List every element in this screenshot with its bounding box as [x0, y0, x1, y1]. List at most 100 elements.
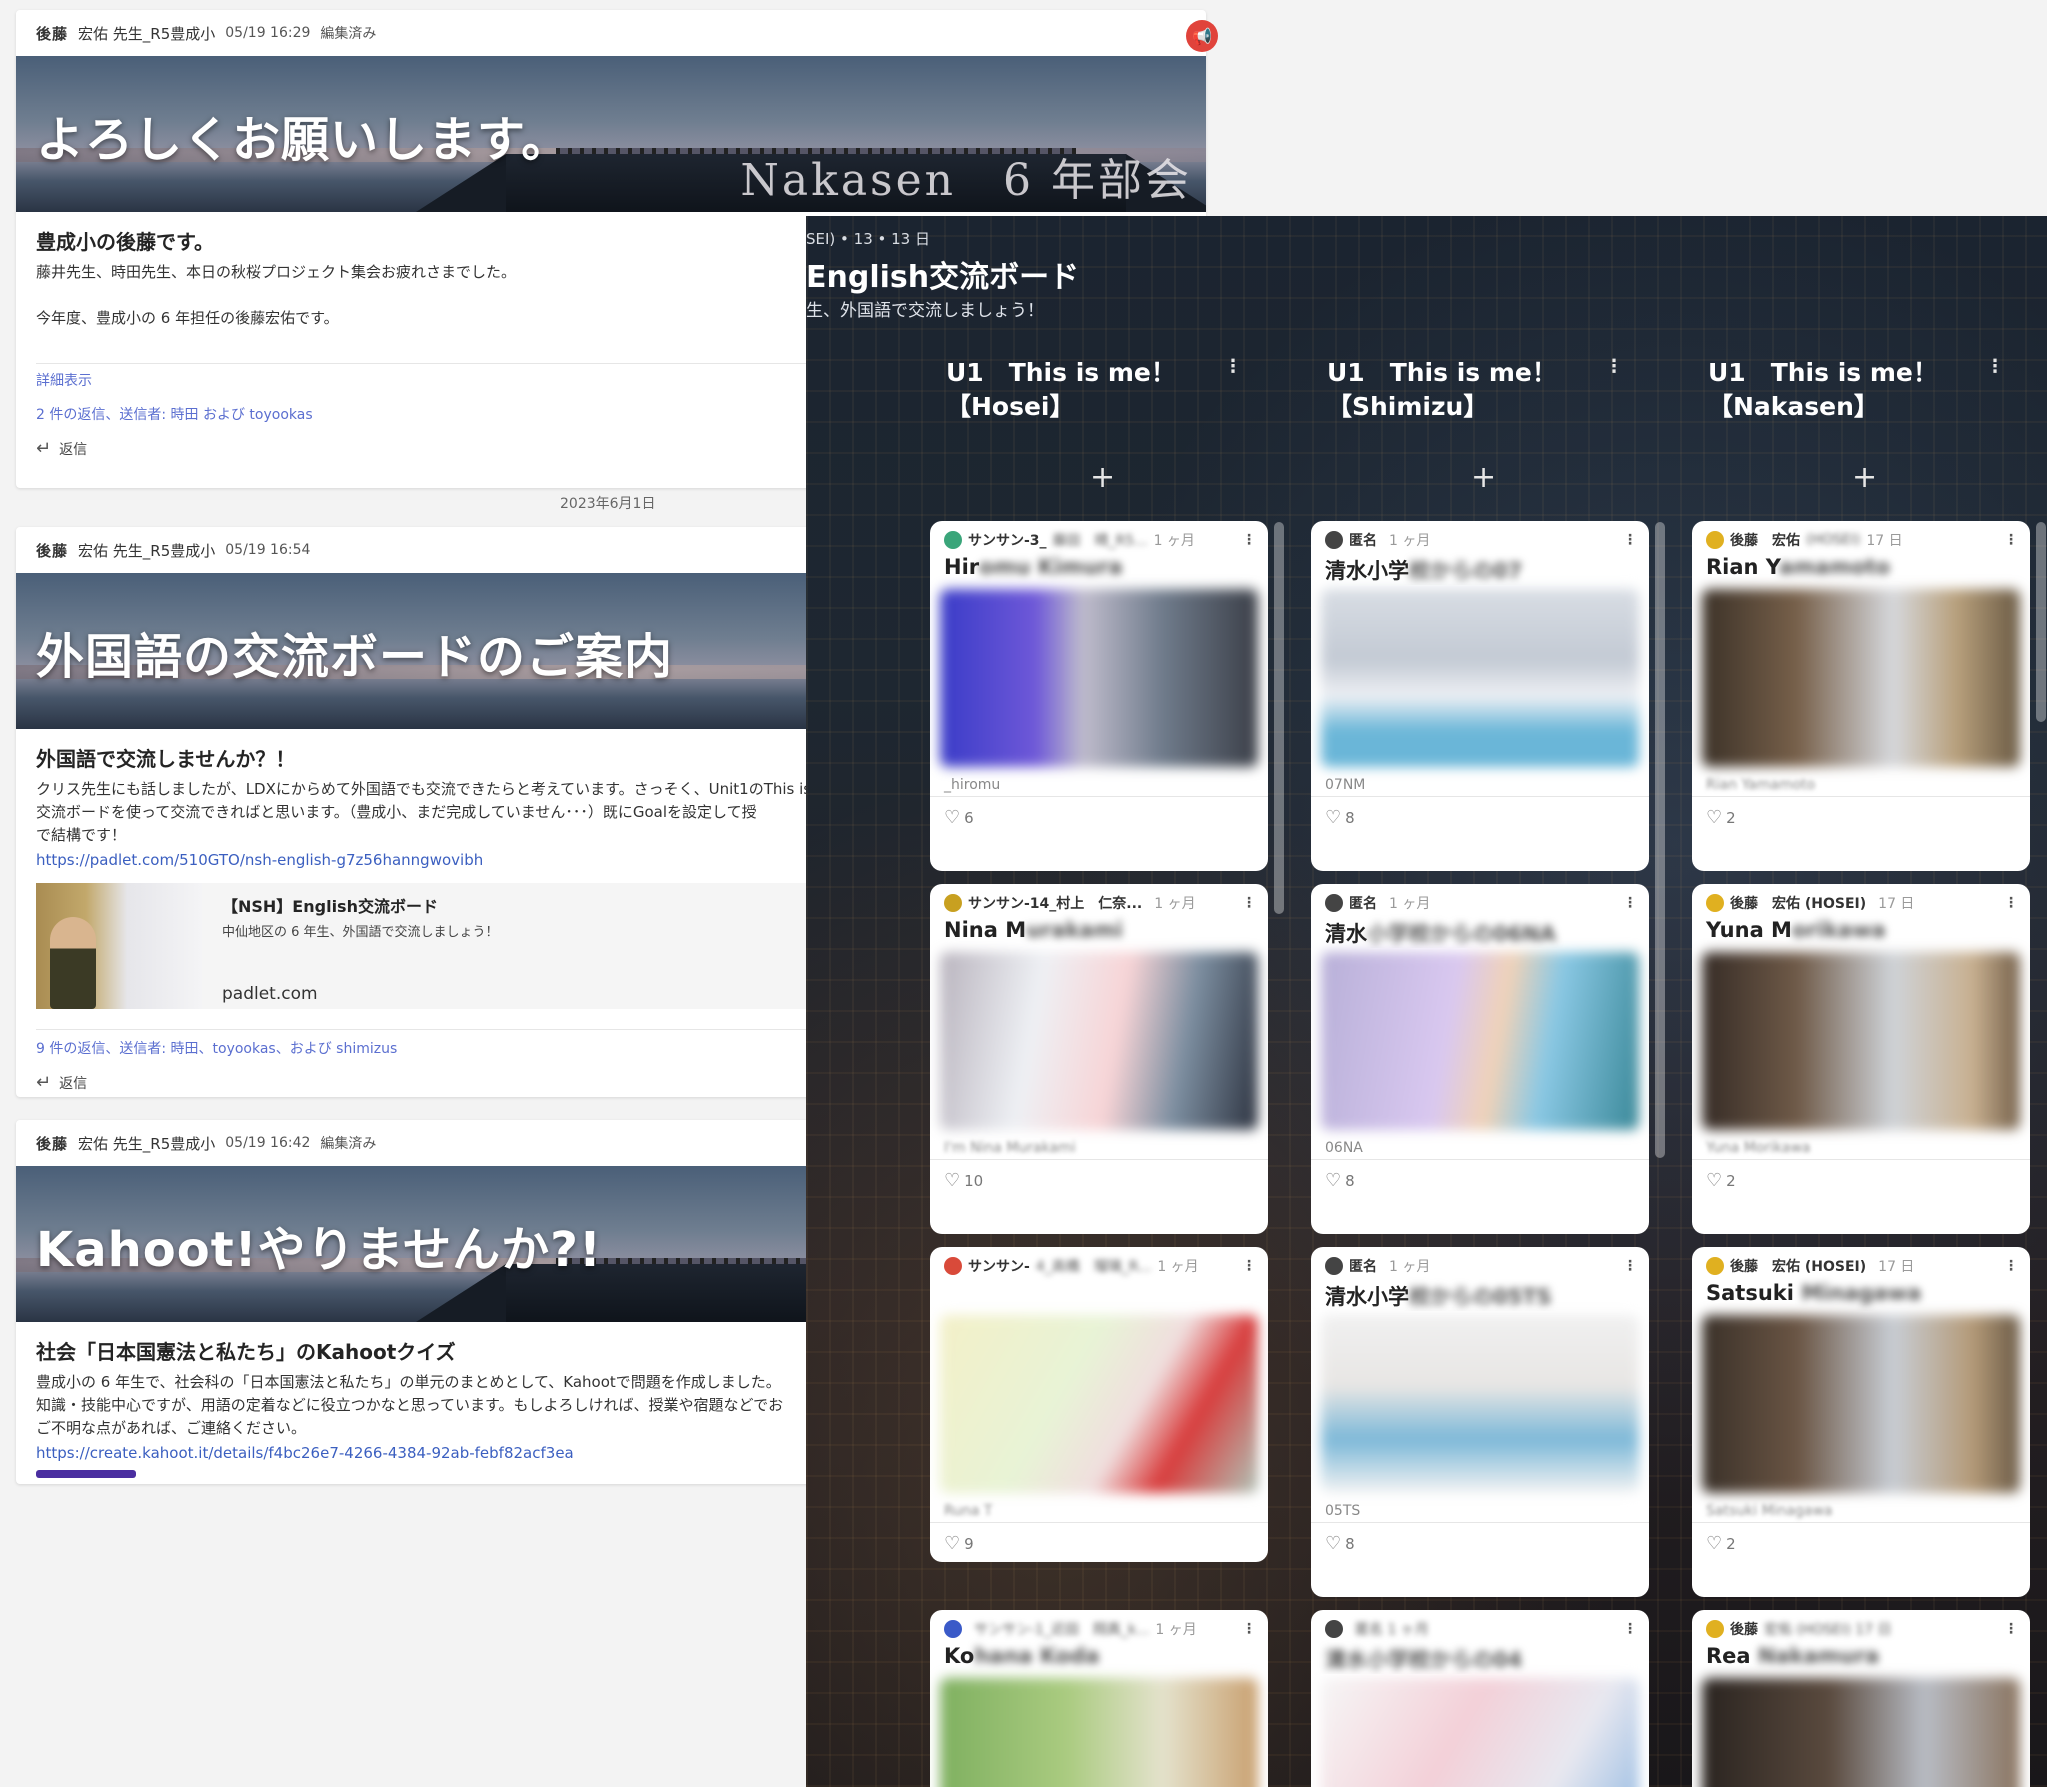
avatar[interactable] — [944, 1620, 962, 1638]
card-caption: 07NM — [1311, 767, 1649, 797]
like-count: 2 — [1726, 1171, 1736, 1190]
add-post-plus-icon[interactable]: + — [1090, 460, 1115, 495]
card-video-thumbnail[interactable] — [940, 952, 1258, 1130]
post-author-detail[interactable]: 宏佑 先生_R5豊成小 — [78, 23, 215, 44]
like-button[interactable]: ♡ 8 — [1311, 797, 1649, 838]
avatar[interactable] — [1706, 1620, 1724, 1638]
heart-icon: ♡ — [944, 1170, 961, 1191]
padlet-post-card[interactable]: 後藤 宏佑 (HOSEI) 17 日 ⋮ Yuna Morikawa Yuna Mori… — [1692, 884, 2030, 1234]
card-video-thumbnail[interactable] — [940, 1678, 1258, 1787]
card-more-icon[interactable]: ⋮ — [1623, 1621, 1637, 1637]
announcement-icon[interactable]: 📢 — [1186, 20, 1218, 52]
heart-icon: ♡ — [1706, 1533, 1723, 1554]
card-caption: _hiromu — [930, 767, 1268, 797]
padlet-post-card[interactable]: サンサン-1_近田 翔真_k... 1 ヶ月 ⋮ Kohana Koda — [930, 1610, 1268, 1787]
card-video-thumbnail[interactable] — [940, 589, 1258, 767]
padlet-post-card[interactable]: 後藤 宏佑 (HOSEI) 17 日 ⋮ Satsuki Minagawa Satsuk… — [1692, 1247, 2030, 1597]
card-time: 17 日 — [1878, 896, 1915, 912]
post-edited: 編集済み — [320, 1136, 377, 1152]
like-button[interactable]: ♡ 6 — [930, 797, 1268, 838]
card-video-thumbnail[interactable] — [1321, 589, 1639, 767]
card-video-thumbnail[interactable] — [1702, 1678, 2020, 1787]
heart-icon: ♡ — [1325, 1533, 1342, 1554]
like-count: 6 — [964, 808, 974, 827]
column-more-icon[interactable]: ⋮ — [1224, 356, 1242, 377]
like-button[interactable]: ♡ 2 — [1692, 1523, 2030, 1564]
card-more-icon[interactable]: ⋮ — [2004, 1258, 2018, 1274]
like-count: 10 — [964, 1171, 984, 1190]
screenshot-stage: 後藤 宏佑 先生_R5豊成小 05/19 16:29 編集済み よろしくお願いし… — [0, 0, 2047, 1787]
post-author-detail[interactable]: 宏佑 先生_R5豊成小 — [78, 1133, 215, 1154]
padlet-post-card[interactable]: 匿名 1 ヶ月 ⋮ 清水小学校からの05TS 05TS ♡ 8 — [1311, 1247, 1649, 1597]
padlet-post-card[interactable]: サンサン- 4_高橋 瑠璃_R... 1 ヶ月 ⋮ Runa T ♡ 9 — [930, 1247, 1268, 1562]
padlet-post-card[interactable]: 匿名 1 ヶ月 ⋮ 清水小学校からの07 07NM ♡ 8 — [1311, 521, 1649, 871]
card-time: 1 ヶ月 — [1389, 533, 1431, 549]
card-more-icon[interactable]: ⋮ — [2004, 1621, 2018, 1637]
card-more-icon[interactable]: ⋮ — [1623, 895, 1637, 911]
column-more-icon[interactable]: ⋮ — [1605, 356, 1623, 377]
post-author[interactable]: 後藤 — [36, 23, 68, 44]
board-meta: SEI) • 13 • 13 日 — [806, 230, 930, 248]
card-title-blurred: 清水小学校からの04 — [1325, 1648, 1523, 1672]
column-scrollbar[interactable] — [2036, 522, 2046, 722]
add-post-plus-icon[interactable]: + — [1471, 460, 1496, 495]
card-video-thumbnail[interactable] — [1702, 1315, 2020, 1493]
avatar[interactable] — [944, 1257, 962, 1275]
date-separator: 2023年6月1日 — [560, 496, 656, 512]
padlet-post-card[interactable]: 後藤 宏佑 (HOSEI) 17 日 ⋮ Rea Nakamura — [1692, 1610, 2030, 1787]
like-button[interactable]: ♡ 10 — [930, 1160, 1268, 1201]
avatar[interactable] — [944, 531, 962, 549]
avatar[interactable] — [1706, 531, 1724, 549]
like-button[interactable]: ♡ 9 — [930, 1523, 1268, 1562]
add-post-plus-icon[interactable]: + — [1852, 460, 1877, 495]
heart-icon: ♡ — [944, 807, 961, 828]
card-more-icon[interactable]: ⋮ — [1623, 1258, 1637, 1274]
card-author-blurred: 匿名 1 ヶ月 — [1355, 1622, 1429, 1638]
column-more-icon[interactable]: ⋮ — [1986, 356, 2004, 377]
padlet-post-card[interactable]: サンサン-14_村上 仁奈... 1 ヶ月 ⋮ Nina Murakami I'm Ni… — [930, 884, 1268, 1234]
card-video-thumbnail[interactable] — [1321, 1678, 1639, 1787]
card-more-icon[interactable]: ⋮ — [2004, 532, 2018, 548]
column-title: U1 This is me！ — [1708, 358, 1938, 387]
avatar[interactable] — [944, 894, 962, 912]
column-header-shimizu[interactable]: U1 This is me！ 【Shimizu】 — [1327, 356, 1627, 424]
post-author[interactable]: 後藤 — [36, 1133, 68, 1154]
like-button[interactable]: ♡ 2 — [1692, 1160, 2030, 1201]
card-video-thumbnail[interactable] — [1321, 952, 1639, 1130]
post-author[interactable]: 後藤 — [36, 540, 68, 561]
heart-icon: ♡ — [944, 1533, 961, 1554]
card-author: 匿名 — [1349, 533, 1377, 549]
card-caption: Rian Yamamoto — [1692, 767, 2030, 797]
card-more-icon[interactable]: ⋮ — [1623, 532, 1637, 548]
card-more-icon[interactable]: ⋮ — [1242, 1621, 1256, 1637]
card-more-icon[interactable]: ⋮ — [1242, 532, 1256, 548]
like-button[interactable]: ♡ 2 — [1692, 797, 2030, 838]
card-video-thumbnail[interactable] — [1702, 589, 2020, 767]
avatar[interactable] — [1325, 894, 1343, 912]
card-more-icon[interactable]: ⋮ — [1242, 1258, 1256, 1274]
column-header-nakasen[interactable]: U1 This is me！ 【Nakasen】 — [1708, 356, 2008, 424]
card-caption-text: 06NA — [1325, 1140, 1363, 1156]
card-more-icon[interactable]: ⋮ — [2004, 895, 2018, 911]
card-title-blurred: omu Kimura — [979, 555, 1123, 579]
column-scrollbar[interactable] — [1274, 522, 1284, 914]
avatar[interactable] — [1706, 894, 1724, 912]
card-header: 匿名 1 ヶ月 ⋮ — [1311, 1247, 1649, 1275]
post-author-detail[interactable]: 宏佑 先生_R5豊成小 — [78, 540, 215, 561]
card-video-thumbnail[interactable] — [1321, 1315, 1639, 1493]
like-button[interactable]: ♡ 8 — [1311, 1523, 1649, 1564]
padlet-post-card[interactable]: 後藤 宏佑 (HOSEI) 17 日 ⋮ Rian Yamamoto Rian Yamam… — [1692, 521, 2030, 871]
like-button[interactable]: ♡ 8 — [1311, 1160, 1649, 1201]
card-video-thumbnail[interactable] — [940, 1315, 1258, 1493]
padlet-post-card[interactable]: 匿名 1 ヶ月 ⋮ 清水小学校からの06NA 06NA ♡ 8 — [1311, 884, 1649, 1234]
card-more-icon[interactable]: ⋮ — [1242, 895, 1256, 911]
avatar[interactable] — [1706, 1257, 1724, 1275]
avatar[interactable] — [1325, 1257, 1343, 1275]
card-video-thumbnail[interactable] — [1702, 952, 2020, 1130]
padlet-post-card[interactable]: 匿名 1 ヶ月 ⋮ 清水小学校からの04 — [1311, 1610, 1649, 1787]
column-header-hosei[interactable]: U1 This is me！ 【Hosei】 — [946, 356, 1246, 424]
avatar[interactable] — [1325, 1620, 1343, 1638]
padlet-post-card[interactable]: サンサン-3_ 藤田 晴_R5... 1 ヶ月 ⋮ Hiromu Kimura _hiro… — [930, 521, 1268, 871]
column-scrollbar[interactable] — [1655, 522, 1665, 1158]
avatar[interactable] — [1325, 531, 1343, 549]
